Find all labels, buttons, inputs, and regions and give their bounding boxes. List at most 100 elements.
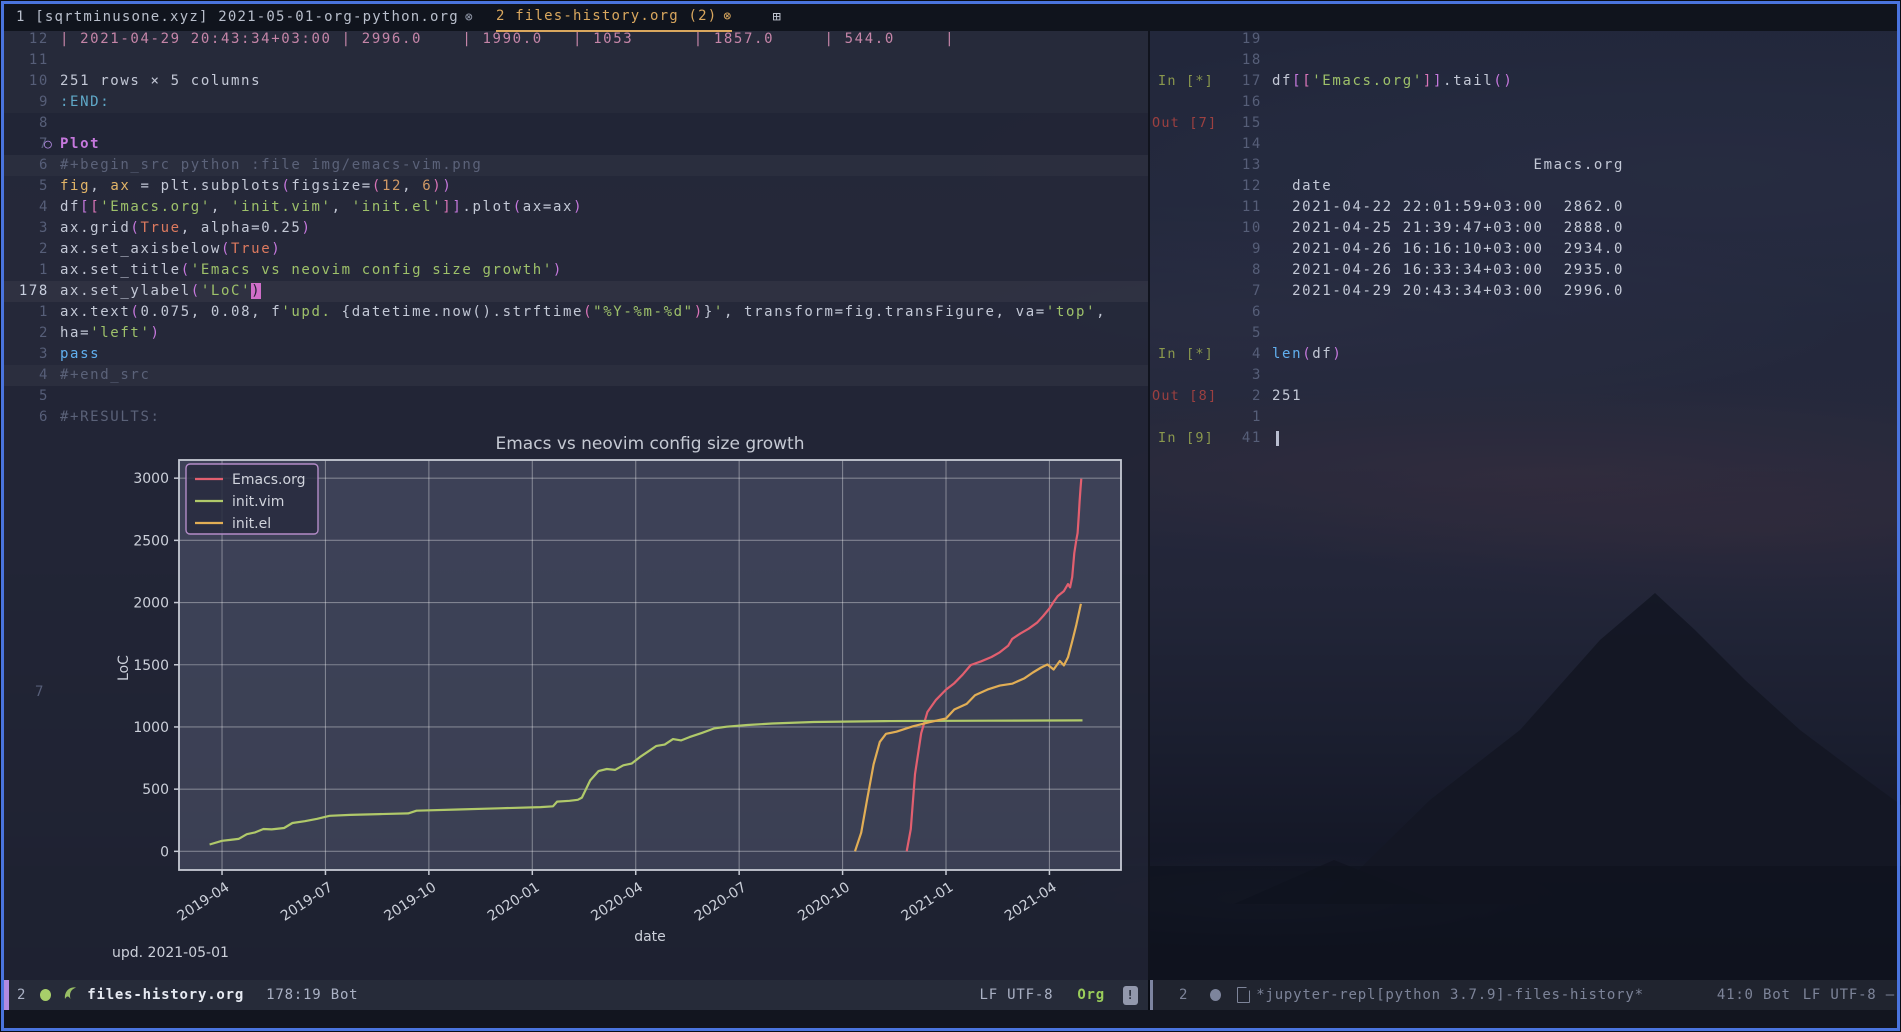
tab-1[interactable]: 1 [sqrtminusone.xyz] 2021-05-01-org-pyth…: [16, 3, 474, 31]
repl-line[interactable]: 3: [1150, 365, 1897, 386]
x-tick-label: 2020-07: [692, 879, 750, 924]
repl-line[interactable]: Out [8]2251: [1150, 386, 1897, 407]
repl-line[interactable]: 8 2021-04-26 16:33:34+03:00 2935.0: [1150, 260, 1897, 281]
code-line[interactable]: 11: [4, 50, 1148, 71]
code-line[interactable]: 3ax.grid(True, alpha=0.25): [4, 218, 1148, 239]
line-number: 2: [1216, 386, 1262, 407]
line-number: 5: [1216, 323, 1262, 344]
code-line[interactable]: 2ha='left'): [4, 323, 1148, 344]
repl-line[interactable]: 12 date: [1150, 176, 1897, 197]
major-mode[interactable]: Org: [1077, 987, 1105, 1003]
matplotlib-chart: 0500100015002000250030002019-042019-0720…: [80, 420, 1170, 985]
modeline-jupyter-repl[interactable]: 2*jupyter-repl[python 3.7.9]-files-histo…: [1150, 980, 1897, 1010]
buffer-icon: [1237, 987, 1250, 1003]
chart-title: Emacs vs neovim config size growth: [496, 434, 805, 454]
repl-line[interactable]: 13 Emacs.org: [1150, 155, 1897, 176]
repl-line[interactable]: 7 2021-04-29 20:43:34+03:00 2996.0: [1150, 281, 1897, 302]
encoding-indicator[interactable]: LF UTF-8 –: [1803, 987, 1895, 1003]
tab-2[interactable]: 2 files-history.org (2)⊗: [496, 2, 733, 32]
y-tick-label: 500: [142, 782, 169, 798]
line-number: 8: [1216, 260, 1262, 281]
line-number: 7: [4, 134, 49, 155]
echo-area[interactable]: [4, 1010, 1897, 1028]
code-line[interactable]: 6#+begin_src python :file img/emacs-vim.…: [4, 155, 1148, 176]
repl-line[interactable]: 19: [1150, 29, 1897, 50]
file-status-icon[interactable]: !: [1123, 986, 1138, 1005]
buffer-name[interactable]: files-history.org: [87, 987, 244, 1003]
line-number: 17: [1216, 71, 1262, 92]
code-line[interactable]: 3pass: [4, 344, 1148, 365]
line-number: 1: [1216, 407, 1262, 428]
code-line[interactable]: 8: [4, 113, 1148, 134]
repl-line[interactable]: 16: [1150, 92, 1897, 113]
buffer-name[interactable]: *jupyter-repl[python 3.7.9]-files-histor…: [1256, 987, 1644, 1003]
line-number: 2: [4, 323, 49, 344]
code-line[interactable]: 10251 rows × 5 columns: [4, 71, 1148, 92]
legend-label: Emacs.org: [232, 472, 305, 488]
cursor-position: 178:19 Bot: [266, 987, 358, 1003]
x-tick-label: 2019-04: [175, 879, 233, 924]
y-tick-label: 1500: [133, 658, 169, 674]
line-number: 4: [4, 197, 49, 218]
text-cursor: [1276, 431, 1279, 446]
repl-line[interactable]: In [*]17df[['Emacs.org']].tail(): [1150, 71, 1897, 92]
tab-close-icon[interactable]: ⊗: [465, 10, 474, 25]
line-number: 4: [1216, 344, 1262, 365]
line-number: 9: [4, 92, 49, 113]
line-number: 3: [1216, 365, 1262, 386]
repl-line[interactable]: 5: [1150, 323, 1897, 344]
line-number: 16: [1216, 92, 1262, 113]
line-number: 15: [1216, 113, 1262, 134]
encoding-indicator[interactable]: LF UTF-8: [979, 987, 1053, 1003]
repl-line[interactable]: Out [7]15: [1150, 113, 1897, 134]
repl-line[interactable]: 1: [1150, 407, 1897, 428]
repl-line[interactable]: 9 2021-04-26 16:16:10+03:00 2934.0: [1150, 239, 1897, 260]
repl-line[interactable]: In [9]41: [1150, 428, 1897, 449]
modeline-org-buffer[interactable]: 2files-history.org178:19 BotLF UTF-8Org!: [4, 980, 1148, 1010]
y-tick-label: 3000: [133, 471, 169, 487]
code-line[interactable]: 4#+end_src: [4, 365, 1148, 386]
code-line[interactable]: 7Plot○: [4, 134, 1148, 155]
repl-line[interactable]: In [*]4len(df): [1150, 344, 1897, 365]
line-number: 4: [4, 365, 49, 386]
repl-line[interactable]: 18: [1150, 50, 1897, 71]
code-line[interactable]: 1ax.text(0.075, 0.08, f'upd. {datetime.n…: [4, 302, 1148, 323]
repl-line[interactable]: 10 2021-04-25 21:39:47+03:00 2888.0: [1150, 218, 1897, 239]
new-tab-button[interactable]: ⊞: [772, 9, 782, 25]
code-line[interactable]: 5: [4, 386, 1148, 407]
y-tick-label: 1000: [133, 720, 169, 736]
code-line[interactable]: 1ax.set_title('Emacs vs neovim config si…: [4, 260, 1148, 281]
code-line[interactable]: 9:END:: [4, 92, 1148, 113]
line-number: 8: [4, 113, 49, 134]
repl-prompt-in: In [*]: [1152, 71, 1214, 92]
x-tick-label: 2020-01: [485, 879, 543, 924]
line-number: 9: [1216, 239, 1262, 260]
window-divider[interactable]: [1148, 31, 1150, 980]
line-number: 178: [4, 281, 49, 302]
cursor-position: 41:0 Bot: [1717, 987, 1791, 1003]
line-number: 12: [1216, 176, 1262, 197]
repl-line[interactable]: 14: [1150, 134, 1897, 155]
line-number: 3: [4, 344, 49, 365]
code-line[interactable]: 178ax.set_ylabel('LoC'): [4, 281, 1148, 302]
code-line[interactable]: 2ax.set_axisbelow(True): [4, 239, 1148, 260]
line-number: 18: [1216, 50, 1262, 71]
emacs-frame: 1 [sqrtminusone.xyz] 2021-05-01-org-pyth…: [0, 0, 1901, 1032]
code-line[interactable]: 5fig, ax = plt.subplots(figsize=(12, 6)): [4, 176, 1148, 197]
y-tick-label: 2500: [133, 533, 169, 549]
y-axis-label: LoC: [116, 655, 132, 681]
repl-line[interactable]: 11 2021-04-22 22:01:59+03:00 2862.0: [1150, 197, 1897, 218]
repl-line[interactable]: 6: [1150, 302, 1897, 323]
tab-close-icon[interactable]: ⊗: [723, 9, 732, 24]
line-number: 3: [4, 218, 49, 239]
line-number: 14: [1216, 134, 1262, 155]
line-number: 13: [1216, 155, 1262, 176]
y-tick-label: 0: [160, 844, 169, 860]
x-axis-label: date: [634, 929, 666, 945]
modified-indicator-icon: [40, 989, 51, 1001]
line-number: 10: [4, 71, 49, 92]
code-line[interactable]: 4df[['Emacs.org', 'init.vim', 'init.el']…: [4, 197, 1148, 218]
modeline-accent-bar: [4, 980, 9, 1010]
tab-label: 1 [sqrtminusone.xyz] 2021-05-01-org-pyth…: [16, 9, 459, 25]
code-line[interactable]: 12| 2021-04-29 20:43:34+03:00 | 2996.0 |…: [4, 29, 1148, 50]
